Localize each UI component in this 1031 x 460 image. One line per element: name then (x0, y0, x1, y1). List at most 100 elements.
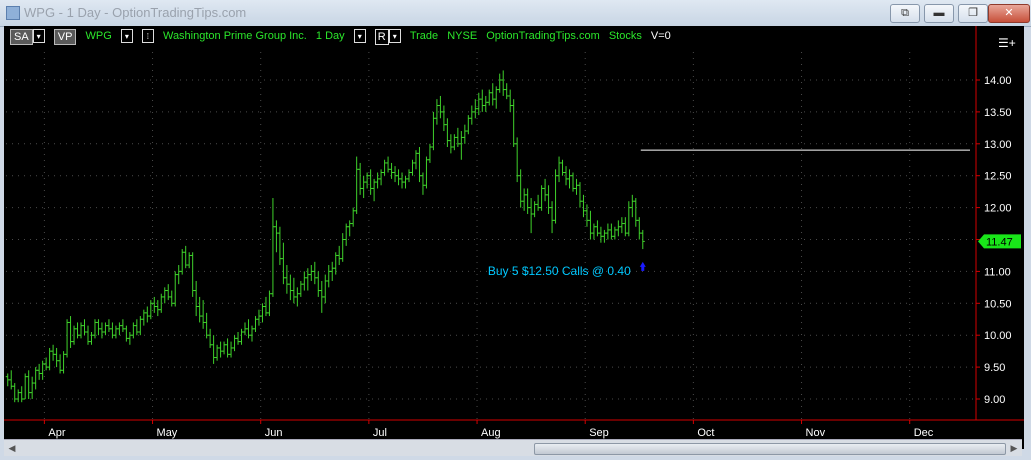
ohlc-bar (23, 373, 28, 400)
last-price-label: 11.47 (986, 236, 1013, 248)
ohlc-bar (420, 172, 425, 195)
ohlc-bar (117, 322, 122, 336)
ohlc-bar (570, 172, 575, 192)
ohlc-bar (58, 354, 63, 374)
ohlc-bar (30, 376, 35, 399)
ohlc-bar (201, 300, 206, 329)
ohlc-bar (229, 341, 234, 358)
y-tick-label: 10.00 (984, 330, 1012, 342)
y-tick-label: 13.50 (984, 107, 1012, 119)
ohlc-bar (274, 220, 279, 253)
ohlc-bar (365, 172, 370, 189)
x-month-label: Apr (48, 427, 65, 439)
ohlc-bar (347, 220, 352, 237)
ohlc-bar (302, 271, 307, 291)
ohlc-bar (518, 169, 523, 208)
ohlc-bar (487, 89, 492, 106)
scroll-left-icon[interactable]: ◀ (6, 442, 18, 454)
y-tick-label: 9.00 (984, 394, 1005, 406)
ohlc-bar (256, 309, 261, 326)
ohlc-bar (333, 252, 338, 275)
ohlc-bar (504, 83, 509, 100)
ohlc-bar (515, 137, 520, 183)
y-tick-label: 10.50 (984, 298, 1012, 310)
ohlc-bar (253, 316, 258, 333)
ohlc-bar (462, 124, 467, 144)
ohlc-bar (44, 357, 49, 371)
ohlc-bar (427, 143, 432, 163)
ohlc-bar (557, 156, 562, 183)
ohlc-bar (480, 89, 485, 112)
ohlc-bar (110, 322, 115, 339)
ohlc-bar (323, 274, 328, 304)
scroll-right-icon[interactable]: ▶ (1008, 442, 1020, 454)
ohlc-bar (574, 178, 579, 195)
x-month-label: Jun (265, 427, 283, 439)
ohlc-bar (145, 306, 150, 323)
ohlc-bar (169, 290, 174, 307)
buy-signal-icon (639, 261, 646, 271)
ohlc-bar (490, 83, 495, 106)
ohlc-bar (124, 325, 129, 342)
ohlc-bar (134, 319, 139, 336)
ohlc-bar (508, 89, 513, 112)
ohlc-bar (588, 210, 593, 240)
ohlc-bar (284, 265, 289, 294)
ohlc-bar (326, 265, 331, 288)
ohlc-bar (249, 325, 254, 342)
ohlc-bar (260, 303, 265, 323)
ohlc-bar (173, 271, 178, 307)
ohlc-bar (138, 316, 143, 336)
x-month-label: Sep (589, 427, 609, 439)
ohlc-bar (344, 223, 349, 246)
ohlc-bar (120, 319, 125, 333)
ohlc-bar (89, 332, 94, 345)
scroll-thumb[interactable] (534, 443, 1006, 455)
ohlc-bar (525, 188, 530, 214)
ohlc-bar (372, 178, 377, 202)
ohlc-bar (469, 105, 474, 125)
ohlc-bar (236, 332, 241, 345)
price-chart: 14.0013.5013.0012.5012.0011.5011.0010.50… (4, 26, 1024, 439)
ohlc-bar (441, 105, 446, 132)
x-month-label: Dec (914, 427, 934, 439)
ohlc-bar (368, 169, 373, 195)
horizontal-scrollbar[interactable]: ◀ ▶ (4, 439, 1022, 456)
ohlc-bar (106, 319, 111, 333)
ohlc-bar (393, 166, 398, 183)
ohlc-bar (466, 115, 471, 135)
ohlc-bar (452, 134, 457, 151)
ohlc-bar (208, 328, 213, 348)
ohlc-bar (176, 265, 181, 285)
ohlc-bar (26, 370, 31, 399)
y-tick-label: 12.00 (984, 203, 1012, 215)
ohlc-bar (263, 296, 268, 317)
ohlc-bar (96, 319, 101, 336)
ohlc-bar (539, 185, 544, 211)
ohlc-bar (595, 220, 600, 237)
ohlc-bar (483, 95, 488, 112)
ohlc-bar (577, 182, 582, 208)
ohlc-bar (218, 341, 223, 358)
ohlc-bar (12, 383, 17, 403)
ohlc-bar (33, 367, 38, 390)
ohlc-bar (232, 335, 237, 352)
ohlc-bar (61, 351, 66, 374)
ohlc-bar (386, 156, 391, 173)
ohlc-bar (288, 274, 293, 301)
ohlc-bar (131, 322, 136, 339)
ohlc-bar (99, 322, 104, 339)
x-month-label: Jul (373, 427, 387, 439)
ohlc-bar (155, 300, 160, 317)
ohlc-bar (407, 169, 412, 183)
ohlc-bar (222, 341, 227, 355)
ohlc-bar (85, 325, 90, 345)
ohlc-bar (637, 217, 642, 240)
ohlc-bar (103, 322, 108, 336)
ohlc-bar (330, 261, 335, 281)
ohlc-bar (298, 280, 303, 297)
ohlc-bar (640, 229, 645, 250)
x-month-label: Oct (697, 427, 714, 439)
ohlc-bar (337, 245, 342, 266)
ohlc-bar (536, 194, 541, 211)
